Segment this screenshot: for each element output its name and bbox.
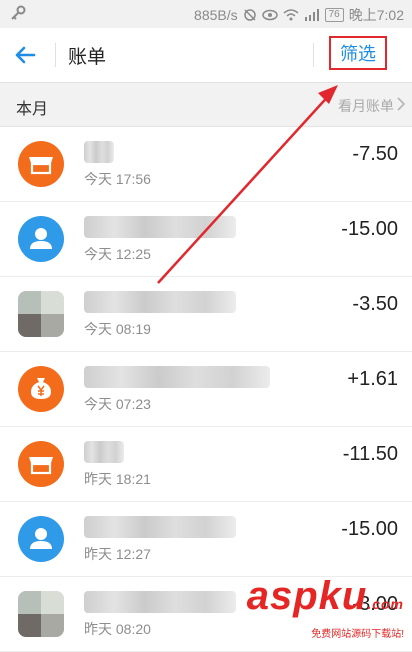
transaction-time: 今天 08:19 — [84, 321, 151, 337]
transaction-row[interactable]: 今天 17:56 -7.50 — [0, 127, 412, 202]
transaction-time: 今天 17:56 — [84, 171, 151, 187]
month-label: 本月 — [16, 101, 49, 118]
user-icon — [18, 516, 64, 562]
monthly-bill-link[interactable]: 看月账单 — [338, 96, 394, 116]
photo-avatar — [18, 591, 64, 637]
transaction-amount: -11.50 — [342, 443, 398, 465]
key-icon — [11, 5, 26, 20]
transaction-amount: -3.50 — [352, 293, 398, 315]
transaction-row[interactable]: 今天 07:23 +1.61 — [0, 352, 412, 427]
transaction-time: 昨天 18:21 — [84, 471, 151, 487]
eye-icon — [261, 9, 278, 21]
transaction-amount: -15.00 — [341, 218, 398, 240]
network-speed: 885B/s — [194, 7, 238, 23]
page-title: 账单 — [68, 47, 107, 68]
merchant-name-blurred — [84, 216, 236, 238]
shop-icon — [18, 141, 64, 187]
wifi-icon — [283, 9, 299, 21]
transaction-amount: -15.00 — [341, 518, 398, 540]
transaction-time: 今天 12:25 — [84, 246, 151, 262]
signal-icon — [304, 9, 319, 21]
transaction-time: 昨天 12:27 — [84, 546, 151, 562]
photo-avatar — [18, 291, 64, 337]
merchant-name-blurred — [84, 291, 236, 313]
watermark: aspku.com 免费网站源码下载站! — [247, 576, 404, 640]
clock: 晚上7:02 — [348, 7, 404, 23]
transaction-amount: -7.50 — [352, 143, 398, 165]
merchant-name-blurred — [84, 441, 124, 463]
back-arrow-icon[interactable] — [10, 40, 40, 70]
header-divider-right — [313, 43, 314, 67]
transaction-row[interactable]: 今天 08:19 -3.50 — [0, 277, 412, 352]
transaction-amount: +1.61 — [347, 368, 398, 390]
chevron-right-icon[interactable] — [396, 97, 406, 111]
watermark-brand: aspku.com — [246, 574, 404, 618]
app-header: 账单 筛选 — [0, 28, 412, 83]
transaction-row[interactable]: 今天 12:25 -15.00 — [0, 202, 412, 277]
status-bar: 885B/s 76 晚上7:02 — [0, 0, 412, 28]
merchant-name-blurred — [84, 141, 114, 163]
transaction-time: 今天 07:23 — [84, 396, 151, 412]
transaction-time: 昨天 08:20 — [84, 621, 151, 637]
status-right: 885B/s 76 晚上7:02 — [194, 5, 404, 25]
merchant-name-blurred — [84, 366, 270, 388]
mute-alarm-icon — [243, 9, 256, 21]
filter-button[interactable]: 筛选 — [329, 36, 387, 70]
merchant-name-blurred — [84, 591, 236, 613]
merchant-name-blurred — [84, 516, 236, 538]
header-divider — [55, 43, 56, 67]
month-section-header: 本月 看月账单 — [0, 83, 412, 127]
transaction-row[interactable]: 昨天 12:27 -15.00 — [0, 502, 412, 577]
transaction-row[interactable]: 昨天 18:21 -11.50 — [0, 427, 412, 502]
user-icon — [18, 216, 64, 262]
yen-bag-icon — [18, 366, 64, 412]
watermark-tagline: 免费网站源码下载站! — [311, 629, 404, 640]
battery-icon: 76 — [324, 8, 344, 22]
shop-icon — [18, 441, 64, 487]
